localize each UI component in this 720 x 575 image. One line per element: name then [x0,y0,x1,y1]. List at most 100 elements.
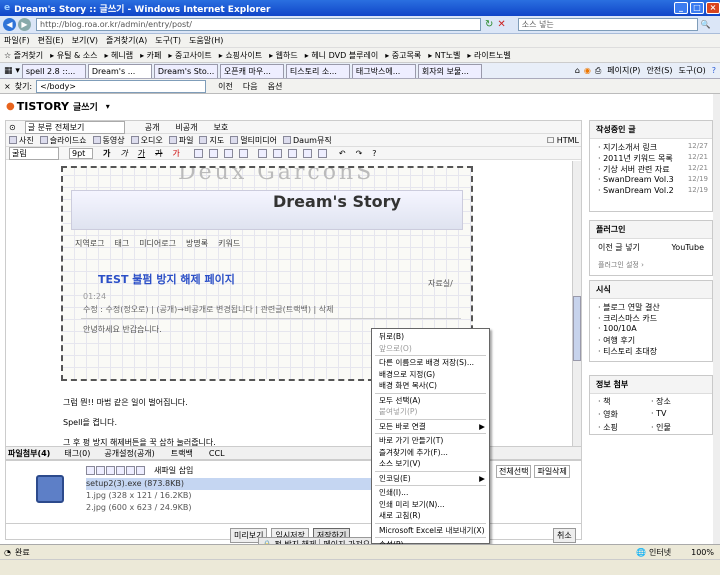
html-checkbox[interactable]: ☐ HTML [547,136,579,145]
recent-item[interactable]: · SwanDream Vol.2 12/19 [590,185,712,196]
refresh-icon[interactable]: ↻ [485,19,493,30]
favorite-item[interactable]: ▸ NT노벨 [428,50,460,61]
attach-tool[interactable]: 슬라이드쇼 [39,135,87,146]
tab-public[interactable]: 공개설정(공개) [104,448,154,459]
font-select[interactable]: 굴림 [9,146,59,160]
find-next-button[interactable]: 다음 [243,81,258,92]
find-close-icon[interactable]: × [4,82,11,91]
feeds-icon[interactable]: ◉ [584,66,591,75]
zoom-text[interactable]: 100% [691,548,714,557]
chevron-down-icon[interactable]: ▾ [106,102,110,111]
file-tool-icon[interactable] [86,466,95,475]
align-right-icon[interactable] [223,148,233,158]
minimize-button[interactable]: _ [674,2,688,14]
visibility-private[interactable]: 비공개 [175,122,197,133]
context-menu-item[interactable]: 배경으로 지정(G) [372,369,489,381]
maximize-button[interactable]: □ [690,2,704,14]
link-icon[interactable] [287,148,297,158]
attach-tool[interactable]: 멀티미디어 [230,135,277,146]
browser-tab[interactable]: 회자의 보물... [417,63,482,78]
context-menu-item[interactable]: 인쇄 미리 보기(N)... [372,499,489,511]
favorite-item[interactable]: ▸ 라이트노벨 [467,50,510,61]
align-left-icon[interactable] [193,148,203,158]
home-icon[interactable]: ⌂ [575,66,580,75]
plugin-settings-link[interactable]: 플러그인 설정 › [590,260,712,270]
undo-icon[interactable]: ↶ [339,149,346,158]
print-icon[interactable]: ⎙ [595,66,601,76]
info-item[interactable]: · 영화 [598,409,651,420]
italic-icon[interactable]: 가 [120,148,127,159]
attach-tool[interactable]: 동영상 [92,135,125,146]
context-menu-item[interactable]: 즐겨찾기에 추가(F)... [372,447,489,459]
visibility-public[interactable]: 공개 [145,122,160,133]
recent-item[interactable]: · 지기소개서 링크 12/27 [590,141,712,152]
underline-icon[interactable]: 가 [138,148,145,159]
attach-tool[interactable]: 오디오 [130,135,163,146]
info-item[interactable]: · 인물 [651,422,704,433]
context-menu-item[interactable]: 모두 선택(A) [372,395,489,407]
context-menu-item[interactable]: 바로 가기 만들기(T) [372,435,489,447]
favorite-item[interactable]: ▸ 헤니랩 [104,50,133,61]
context-menu-item[interactable]: 다른 이름으로 배경 저장(S)... [372,357,489,369]
redo-icon[interactable]: ↷ [356,149,363,158]
favorite-item[interactable]: ▸ 헤니 DVD 블루레이 [305,50,378,61]
category-select[interactable]: 글 분류 전체보기 [24,120,125,134]
tools-menu[interactable]: 도구(O) [678,65,705,76]
tab-ccl[interactable]: CCL [209,449,225,458]
find-input[interactable]: </body> [36,79,207,93]
cancel-button[interactable]: 취소 [553,528,576,543]
find-prev-button[interactable]: 이전 [218,81,233,92]
attach-tool[interactable]: 지도 [199,135,224,146]
syndication-item[interactable]: · 크리스마스 카드 [590,312,712,323]
help-icon[interactable]: ? [712,66,716,75]
favorite-item[interactable]: ▸ 웹하드 [269,50,298,61]
attach-tool[interactable]: 파일 [168,135,193,146]
browser-tab[interactable]: spell 2.8 ::... [21,63,86,78]
menu-item[interactable]: 보기(V) [72,35,98,46]
recent-item[interactable]: · 2011년 키워드 목록 12/21 [590,152,712,163]
favorite-item[interactable]: ▸ 카페 [140,50,161,61]
info-item[interactable]: · 책 [598,396,651,407]
syndication-item[interactable]: · 블로그 연말 결산 [590,301,712,312]
browser-tab[interactable]: 태그박스에... [351,63,416,78]
browser-tab[interactable]: 티스토리 소... [285,63,350,78]
table-icon[interactable] [302,148,312,158]
menu-item[interactable]: 파일(F) [4,35,30,46]
favorite-item[interactable]: ▸ 쇼핑사이트 [219,50,262,61]
favorite-item[interactable]: ▸ 중고사이트 [168,50,211,61]
align-justify-icon[interactable] [238,148,248,158]
file-tool-icon[interactable] [106,466,115,475]
plugin-prev-post[interactable]: 이전 글 넣기 [598,242,640,253]
attach-tool[interactable]: Daum뮤직 [283,135,332,146]
delete-file-button[interactable]: 파일삭제 [534,465,570,478]
size-select[interactable]: 9pt [69,147,93,159]
close-button[interactable]: × [706,2,720,14]
plugin-youtube[interactable]: YouTube [671,243,704,252]
page-menu[interactable]: 페이지(P) [607,65,640,76]
recent-item[interactable]: · SwanDream Vol.3 12/19 [590,174,712,185]
forward-icon[interactable]: ▶ [18,18,31,31]
align-center-icon[interactable] [208,148,218,158]
menu-item[interactable]: 편집(E) [38,35,64,46]
menu-item[interactable]: 도구(T) [155,35,181,46]
find-options-button[interactable]: 옵션 [268,81,283,92]
url-field[interactable]: http://blog.roa.or.kr/admin/entry/post/ [36,18,481,31]
recent-item[interactable]: · 기상 서버 관련 자료 12/21 [590,163,712,174]
syndication-item[interactable]: · 여행 후기 [590,334,712,345]
context-menu-item[interactable]: Microsoft Excel로 내보내기(X) [372,525,489,537]
favorite-item[interactable]: ▸ 유틸 & 소스 [50,50,97,61]
tab-tag[interactable]: 태그(0) [64,448,90,459]
syndication-item[interactable]: · 100/10A [590,323,712,334]
context-menu-item[interactable]: 배경 화면 복사(C) [372,380,489,392]
tab-trackback[interactable]: 트랙백 [171,448,193,459]
insert-file-button[interactable]: 새파일 삽입 [154,465,193,476]
emoticon-icon[interactable] [317,148,327,158]
strike-icon[interactable]: 가 [155,148,162,159]
indent-icon[interactable] [272,148,282,158]
info-item[interactable]: · TV [651,409,704,420]
search-icon[interactable]: 🔍 [701,20,711,29]
context-menu-item[interactable]: 새로 고침(R) [372,510,489,522]
browser-tab[interactable]: 오픈캐 마우... [219,63,284,78]
context-menu-item[interactable]: 뒤로(B) [372,331,489,343]
bold-icon[interactable]: 가 [103,148,110,159]
